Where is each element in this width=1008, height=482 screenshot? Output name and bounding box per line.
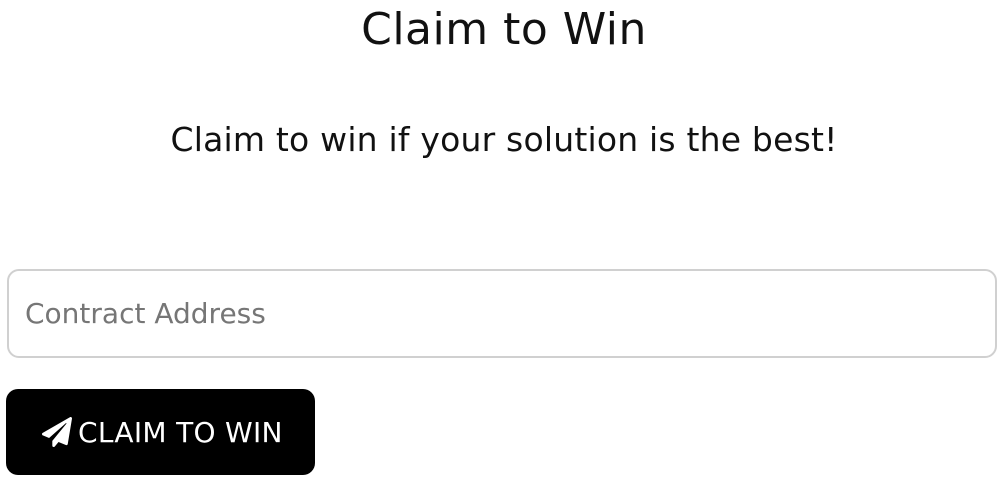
page-subtitle: Claim to win if your solution is the bes… [170, 120, 838, 159]
contract-address-input[interactable] [7, 269, 997, 358]
claim-to-win-button[interactable]: CLAIM TO WIN [6, 389, 315, 475]
paper-plane-icon [40, 415, 74, 449]
claim-to-win-button-label: CLAIM TO WIN [78, 415, 283, 449]
page-title: Claim to Win [361, 4, 647, 55]
